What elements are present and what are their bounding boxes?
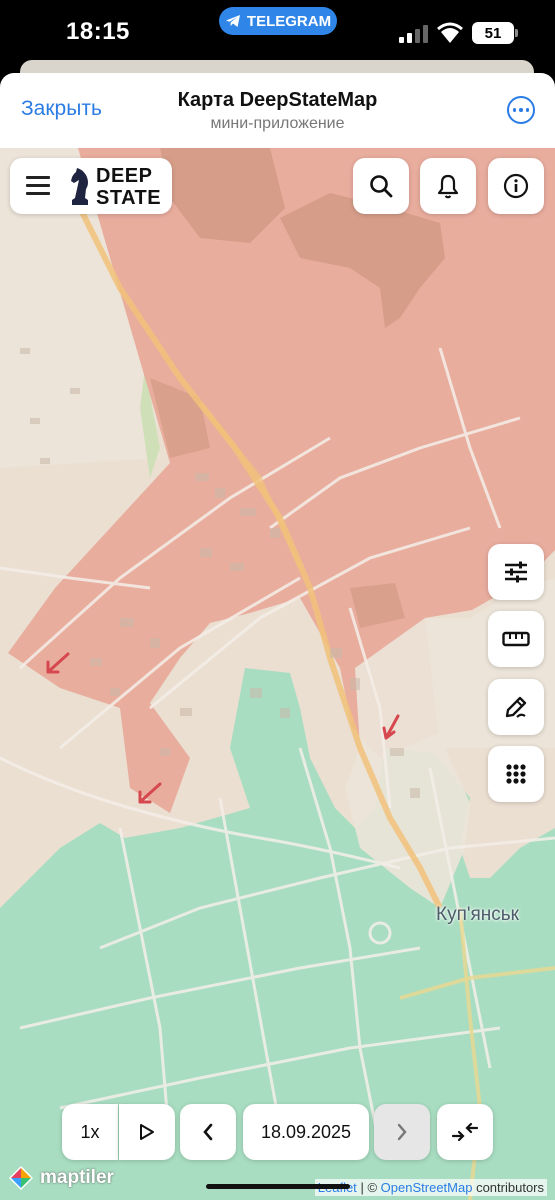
home-indicator: [206, 1184, 350, 1189]
maptiler-icon: [9, 1166, 33, 1190]
chevron-right-icon: [397, 1123, 407, 1141]
compare-button[interactable]: [437, 1104, 493, 1160]
status-bar: 18:15 TELEGRAM 51: [0, 0, 555, 66]
grid-button[interactable]: [488, 746, 544, 802]
filters-button[interactable]: [488, 544, 544, 600]
battery-indicator: 51: [472, 22, 518, 44]
status-time: 18:15: [66, 18, 130, 45]
search-icon: [370, 175, 393, 198]
maptiler-logo[interactable]: maptiler: [8, 1165, 114, 1191]
map-canvas[interactable]: DEEP STATE Куп'янськ 1x 18.09.2025 mapti…: [0, 148, 555, 1200]
logo-line2: STATE: [96, 187, 162, 209]
attribution-separator: |: [360, 1180, 364, 1195]
osm-link[interactable]: OpenStreetMap: [381, 1180, 473, 1195]
search-button[interactable]: [353, 158, 409, 214]
logo-text: DEEP STATE: [96, 165, 161, 209]
grid-icon: [506, 764, 526, 784]
pen-icon: [505, 696, 527, 718]
play-icon: [140, 1124, 154, 1140]
menu-button[interactable]: [26, 176, 50, 196]
logo-line1: DEEP: [96, 165, 153, 187]
more-options-button[interactable]: [507, 96, 535, 124]
next-date-button[interactable]: [374, 1104, 430, 1160]
logo-panel: DEEP STATE: [10, 158, 172, 214]
date-display[interactable]: 18.09.2025: [243, 1104, 369, 1160]
ruler-button[interactable]: [488, 611, 544, 667]
telegram-icon: [225, 15, 240, 27]
knight-logo-icon: [71, 168, 88, 205]
telegram-label: TELEGRAM: [246, 12, 332, 30]
attribution-contributors: contributors: [476, 1180, 544, 1195]
cellular-signal-icon: [399, 25, 428, 43]
info-icon: [503, 173, 529, 199]
chevron-left-icon: [203, 1123, 213, 1141]
maptiler-label: maptiler: [40, 1167, 114, 1188]
page-subtitle: мини-приложение: [210, 115, 345, 132]
speed-label: 1x: [80, 1121, 100, 1142]
place-label-kupiansk: Куп'янськ: [436, 904, 519, 925]
compare-arrows-icon: [451, 1122, 479, 1142]
page-title: Карта DeepStateMap: [177, 89, 378, 111]
play-button[interactable]: [119, 1104, 175, 1160]
speed-button[interactable]: 1x: [62, 1104, 118, 1160]
date-label: 18.09.2025: [260, 1121, 352, 1142]
attribution-copyright: ©: [367, 1180, 378, 1195]
miniapp-header: Закрыть Карта DeepStateMap мини-приложен…: [0, 73, 555, 148]
map-layers: [0, 148, 555, 1200]
notifications-button[interactable]: [420, 158, 476, 214]
bell-icon: [437, 174, 459, 199]
previous-date-button[interactable]: [180, 1104, 236, 1160]
draw-button[interactable]: [488, 679, 544, 735]
sliders-icon: [505, 561, 527, 583]
wifi-icon: [437, 22, 463, 43]
info-button[interactable]: [488, 158, 544, 214]
telegram-pill[interactable]: TELEGRAM: [219, 7, 337, 35]
ruler-icon: [502, 631, 530, 647]
